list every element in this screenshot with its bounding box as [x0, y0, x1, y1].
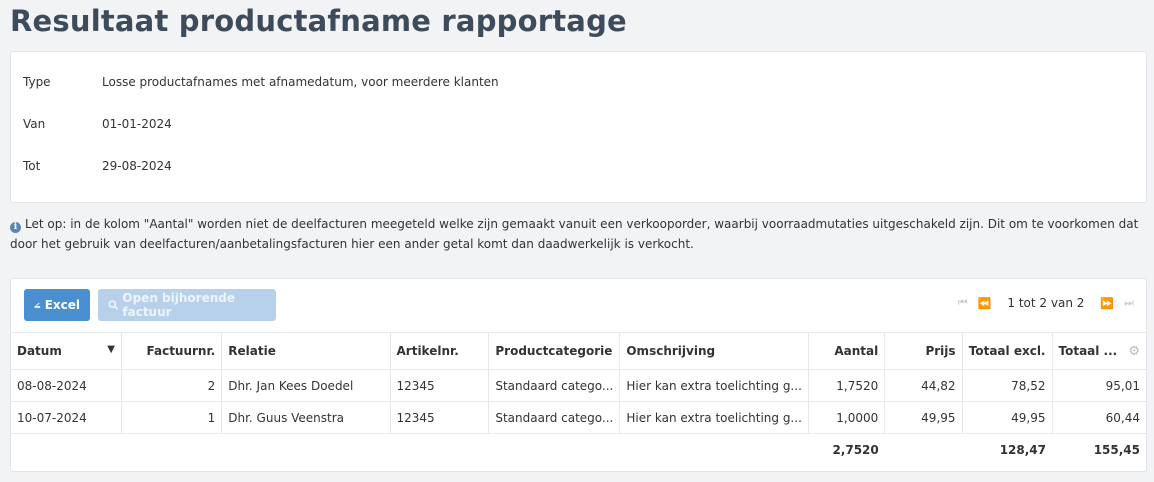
prev-page-icon[interactable]: ⏪: [978, 297, 992, 310]
info-icon: i: [10, 222, 21, 233]
col-header-prijs[interactable]: Prijs: [884, 332, 963, 370]
table-row[interactable]: 08-08-2024 2 Dhr. Jan Kees Doedel 12345 …: [11, 369, 1146, 402]
info-value: 29-08-2024: [102, 159, 172, 173]
excel-label: Excel: [44, 298, 80, 312]
info-label: Tot: [23, 159, 41, 173]
excel-button[interactable]: Excel: [24, 289, 90, 321]
cell-prijs: 49,95: [884, 401, 963, 434]
cell-totaal-excl: 49,95: [962, 401, 1053, 434]
info-label: Van: [23, 117, 46, 131]
report-info-panel: Type Losse productafnames met afnamedatu…: [10, 51, 1147, 203]
col-header-omschrijving[interactable]: Omschrijving: [619, 332, 809, 370]
info-value: 01-01-2024: [102, 117, 172, 131]
col-header-totaal-excl[interactable]: Totaal excl.: [962, 332, 1053, 370]
cell-omschrijving: Hier kan extra toelichting g...: [619, 369, 809, 402]
col-header-relatie[interactable]: Relatie: [221, 332, 391, 370]
notice-text: Let op: in de kolom "Aantal" worden niet…: [10, 217, 1139, 251]
results-table: Datum ▼ Factuurnr. Relatie Artikelnr. Pro…: [11, 332, 1146, 466]
sort-desc-icon: ▼: [107, 344, 115, 355]
pager-text: 1 tot 2 van 2: [1007, 296, 1085, 310]
col-header-artikelnr[interactable]: Artikelnr.: [390, 332, 490, 370]
cell-factuurnr: 2: [121, 369, 223, 402]
cell-datum: 10-07-2024: [11, 401, 122, 434]
cell-totaal-incl: 95,01: [1052, 369, 1146, 402]
totals-row: 2,7520 128,47 155,45: [11, 434, 1146, 466]
page-title: Resultaat productafname rapportage: [10, 4, 627, 38]
cell-factuurnr: 1: [121, 401, 223, 434]
table-header-row: Datum ▼ Factuurnr. Relatie Artikelnr. Pro…: [11, 332, 1146, 370]
cell-totaal-incl: 60,44: [1052, 401, 1146, 434]
cell-artikelnr: 12345: [390, 401, 490, 434]
results-panel: Excel Open bijhorende factuur ⏮ ⏪ 1 tot …: [10, 278, 1147, 472]
cell-aantal: 1,0000: [808, 401, 886, 434]
info-label: Type: [23, 75, 51, 89]
cell-productcategorie: Standaard catego...: [488, 401, 621, 434]
table-row[interactable]: 10-07-2024 1 Dhr. Guus Veenstra 12345 St…: [11, 401, 1146, 434]
col-header-aantal[interactable]: Aantal: [808, 332, 886, 370]
pager: ⏮ ⏪ 1 tot 2 van 2 ⏩ ⏭: [958, 296, 1134, 310]
cell-prijs: 44,82: [884, 369, 963, 402]
open-invoice-button[interactable]: Open bijhorende factuur: [98, 289, 276, 321]
last-page-icon[interactable]: ⏭: [1124, 296, 1134, 310]
cell-aantal: 1,7520: [808, 369, 886, 402]
cell-relatie: Dhr. Jan Kees Doedel: [221, 369, 391, 402]
col-header-productcategorie[interactable]: Productcategorie: [488, 332, 621, 370]
notice-message: i Let op: in de kolom "Aantal" worden nie…: [10, 214, 1144, 254]
cell-totaal-excl: 78,52: [962, 369, 1053, 402]
first-page-icon[interactable]: ⏮: [958, 296, 968, 310]
search-icon: [108, 300, 119, 310]
total-aantal: 2,7520: [832, 442, 879, 457]
open-invoice-label: Open bijhorende factuur: [122, 291, 235, 319]
cell-artikelnr: 12345: [390, 369, 490, 402]
total-totaal-incl: 155,45: [1093, 442, 1140, 457]
col-header-totaal-incl[interactable]: Totaal ... ⚙: [1052, 332, 1146, 370]
export-icon: [34, 302, 41, 308]
cell-relatie: Dhr. Guus Veenstra: [221, 401, 391, 434]
total-totaal-excl: 128,47: [999, 442, 1046, 457]
gear-icon[interactable]: ⚙: [1128, 344, 1140, 359]
col-header-datum[interactable]: Datum ▼: [11, 332, 122, 370]
cell-datum: 08-08-2024: [11, 369, 122, 402]
col-header-factuurnr[interactable]: Factuurnr.: [121, 332, 223, 370]
info-value: Losse productafnames met afnamedatum, vo…: [102, 75, 499, 89]
next-page-icon[interactable]: ⏩: [1100, 297, 1114, 310]
cell-productcategorie: Standaard catego...: [488, 369, 621, 402]
cell-omschrijving: Hier kan extra toelichting g...: [619, 401, 809, 434]
